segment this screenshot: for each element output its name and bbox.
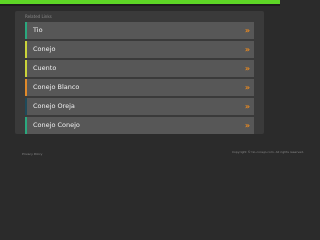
double-chevron-right-icon: » bbox=[244, 102, 250, 111]
link-item-tio[interactable]: Tio » bbox=[25, 22, 254, 39]
double-chevron-right-icon: » bbox=[244, 83, 250, 92]
related-links-panel: Related Links Tio » Conejo » Cuento » Co… bbox=[15, 11, 264, 134]
link-accent-bar bbox=[25, 117, 27, 134]
link-item-conejo[interactable]: Conejo » bbox=[25, 41, 254, 58]
link-label: Conejo Blanco bbox=[33, 83, 80, 91]
privacy-policy-link[interactable]: Privacy Policy bbox=[22, 152, 42, 156]
link-label: Tio bbox=[33, 26, 43, 34]
link-label: Cuento bbox=[33, 64, 57, 72]
double-chevron-right-icon: » bbox=[244, 26, 250, 35]
double-chevron-right-icon: » bbox=[244, 45, 250, 54]
link-item-cuento[interactable]: Cuento » bbox=[25, 60, 254, 77]
double-chevron-right-icon: » bbox=[244, 121, 250, 130]
link-accent-bar bbox=[25, 98, 27, 115]
link-label: Conejo Oreja bbox=[33, 102, 75, 110]
related-links-list: Tio » Conejo » Cuento » Conejo Blanco » … bbox=[25, 22, 254, 136]
link-accent-bar bbox=[25, 60, 27, 77]
link-accent-bar bbox=[25, 41, 27, 58]
panel-title: Related Links bbox=[25, 14, 52, 19]
link-label: Conejo Conejo bbox=[33, 121, 80, 129]
link-accent-bar bbox=[25, 79, 27, 96]
copyright-text: Copyright © tio-conejo.com. All rights r… bbox=[231, 150, 304, 154]
link-label: Conejo bbox=[33, 45, 56, 53]
double-chevron-right-icon: » bbox=[244, 64, 250, 73]
link-item-conejo-blanco[interactable]: Conejo Blanco » bbox=[25, 79, 254, 96]
link-item-conejo-conejo[interactable]: Conejo Conejo » bbox=[25, 117, 254, 134]
link-item-conejo-oreja[interactable]: Conejo Oreja » bbox=[25, 98, 254, 115]
top-divider bbox=[0, 4, 280, 6]
link-accent-bar bbox=[25, 22, 27, 39]
